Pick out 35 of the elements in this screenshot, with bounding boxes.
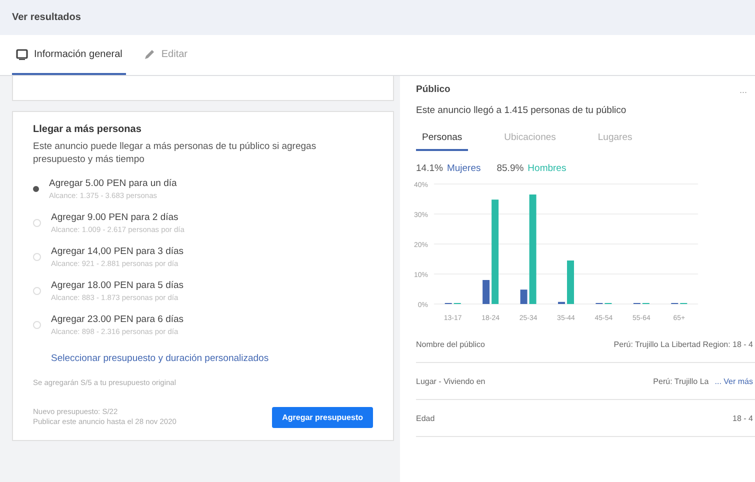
detail-label: Nombre del público (416, 340, 485, 348)
audience-summary: Este anuncio llegó a 1.415 personas de tu público (416, 105, 628, 116)
chart-bar (482, 280, 490, 304)
panel-title: Público (416, 84, 450, 95)
card-description: Este anuncio puede llegar a más personas de tu público si agregas presupuesto y más tiempo (33, 141, 318, 167)
page-title: Ver resultados (12, 12, 81, 23)
detail-value: Perú: Trujillo La (653, 376, 709, 386)
option-label: Agregar 5.00 PEN para un día (49, 176, 177, 190)
legend-percent: 14.1% (416, 163, 443, 174)
tab[interactable]: Editar (140, 35, 192, 75)
legend-percent: 85.9% (496, 163, 524, 174)
tab[interactable]: Personas (416, 124, 468, 151)
option-label: Agregar 18.00 PEN para 5 días (51, 278, 184, 292)
see-more-link[interactable]: ... Ver más (714, 376, 753, 386)
option-label: Agregar 14,00 PEN para 3 días (51, 244, 184, 258)
chart-bar (567, 260, 574, 304)
more-button[interactable]: ... (739, 84, 747, 94)
tab[interactable]: Lugares (592, 124, 638, 151)
card-title: Llegar a más personas (33, 124, 142, 135)
radio-button[interactable] (33, 186, 39, 192)
add-budget-button[interactable]: Agregar presupuesto (272, 406, 373, 428)
pencil-icon (144, 48, 156, 60)
monitor-icon (16, 48, 28, 60)
option-label: Agregar 23.00 PEN para 6 días (51, 312, 184, 326)
option-label: Agregar 9.00 PEN para 2 días (51, 210, 180, 224)
detail-value: Perú: Trujillo La Libertad Region: 18 - 4 (614, 340, 753, 348)
chart-bar (520, 290, 528, 304)
custom-budget-link[interactable]: Seleccionar presupuesto y duración personalizados (51, 352, 373, 364)
legend-label: Mujeres (446, 163, 481, 174)
chart-bar (558, 302, 565, 304)
detail-label: Lugar - Viviendo en (416, 376, 486, 386)
detail-label: Edad (416, 414, 435, 422)
tab[interactable]: Ubicaciones (498, 124, 562, 151)
detail-value: 18 - 4 (732, 414, 753, 422)
legend-label: Hombres (528, 163, 566, 174)
